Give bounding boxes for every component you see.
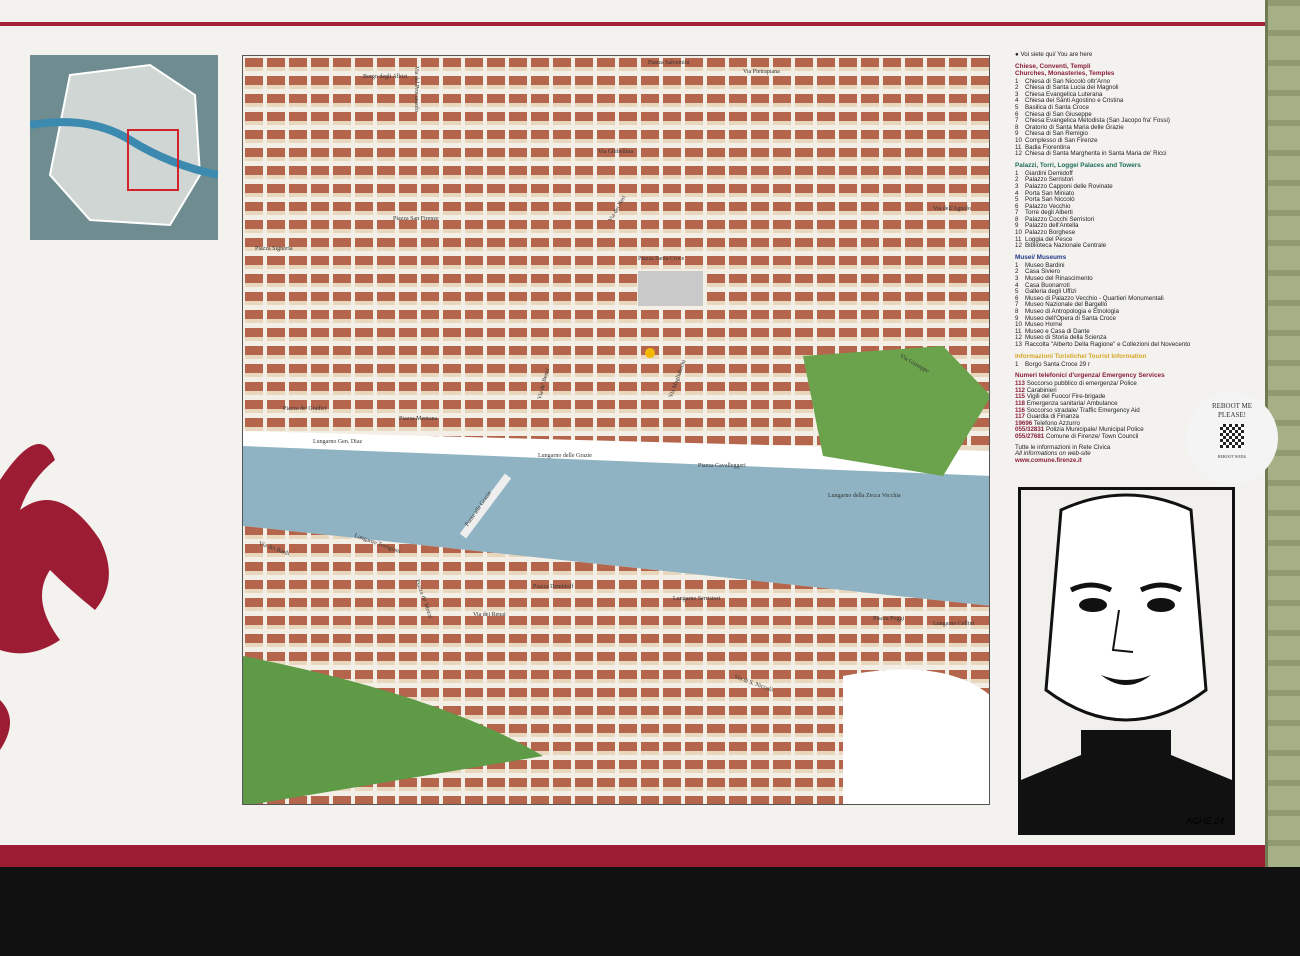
map-label: Piazza Mentana bbox=[399, 416, 438, 422]
phone-number: 055/27681 bbox=[1015, 432, 1045, 440]
map-illustration bbox=[243, 56, 989, 804]
map-label: Piazza de' Giudici bbox=[283, 406, 327, 412]
legend-item: 12 Biblioteca Nazionale Centrale bbox=[1015, 242, 1190, 250]
item-label: Biblioteca Nazionale Centrale bbox=[1025, 242, 1107, 250]
item-label: Raccolta "Alberto Della Ragione" e Colle… bbox=[1025, 340, 1191, 348]
top-red-stripe bbox=[0, 22, 1265, 26]
service-label: Comune di Firenze/ Town Council bbox=[1045, 432, 1139, 440]
legend-museums: Musei/ Museums 1 Museo Bardini 2 Casa Sivier… bbox=[1015, 254, 1190, 349]
you-are-here-marker bbox=[645, 348, 655, 358]
museums-title: Musei/ Museums bbox=[1015, 253, 1067, 261]
legend-item: 13 Raccolta "Alberto Della Ragione" e Col… bbox=[1015, 340, 1191, 349]
map-label: Piazza Salvemini bbox=[648, 60, 690, 66]
city-map[interactable]: Piazza Salvemini Borgo degli Albizi Via … bbox=[242, 55, 990, 805]
you-are-here-text: Voi siete qui/ You are here bbox=[1020, 51, 1093, 58]
qr-code-icon bbox=[1220, 424, 1244, 448]
reboot-sticker: REBOOT ME PLEASE! REBOOT WEEK bbox=[1186, 392, 1278, 484]
map-label: Via Ghibellina bbox=[598, 149, 634, 155]
map-label: Lungarno Cellini bbox=[933, 621, 975, 627]
website-link[interactable]: www.comune.firenze.it bbox=[1015, 457, 1190, 465]
street-art-portrait: AGHE 24 bbox=[1018, 487, 1235, 835]
map-label: Piazza Demidoff bbox=[533, 584, 574, 590]
item-number: 12 bbox=[1015, 150, 1022, 158]
legend-emergency: Numeri telefonici d'urgenza/ Emergency S… bbox=[1015, 372, 1190, 440]
emergency-title: Numeri telefonici d'urgenza/ Emergency S… bbox=[1015, 372, 1165, 380]
map-label: Via del Proconsolo bbox=[412, 66, 419, 112]
map-label: Lungarno delle Grazie bbox=[538, 453, 592, 459]
sticker-line1: REBOOT ME bbox=[1211, 402, 1253, 410]
map-label: Piazza Poggi bbox=[873, 616, 905, 622]
legend-tourist-info: Informazioni Turistiche/ Tourist Informa… bbox=[1015, 353, 1190, 369]
map-legend: ● Voi siete qui/ You are here Chiese, Co… bbox=[1015, 51, 1190, 465]
churches-title: Chiese, Conventi, Templi Churches, Monast… bbox=[1015, 62, 1115, 77]
tourist-title: Informazioni Turistiche/ Tourist Informa… bbox=[1015, 352, 1147, 360]
legend-item: 1 Borgo Santa Croce 29 r bbox=[1015, 360, 1190, 369]
map-label: Via Pietrapiana bbox=[743, 69, 780, 75]
map-label: Borgo degli Albizi bbox=[363, 74, 408, 80]
bottom-red-stripe bbox=[0, 845, 1265, 867]
map-label: Via dei Renai bbox=[473, 612, 506, 618]
sticker-line2: PLEASE! bbox=[1218, 411, 1246, 419]
legend-item: 12 Chiesa di Santa Margherita in Santa Ma… bbox=[1015, 150, 1190, 158]
legend-churches: Chiese, Conventi, Templi Churches, Monast… bbox=[1015, 63, 1190, 158]
map-label: Piazza Santa Croce bbox=[638, 256, 685, 262]
map-label: Piazza Cavalleggeri bbox=[698, 463, 746, 469]
portrait-drawing bbox=[1021, 493, 1232, 832]
you-are-here-note: ● Voi siete qui/ You are here bbox=[1015, 51, 1093, 58]
footer-note: Tutte le informazioni in Rete Civica All… bbox=[1015, 444, 1190, 465]
map-label: Via dell'Agnolo bbox=[933, 206, 971, 212]
palaces-title: Palazzi, Torri, Logge/ Palaces and Tower… bbox=[1015, 161, 1141, 169]
map-label: Lungarno Serristori bbox=[673, 596, 721, 602]
item-label: Borgo Santa Croce 29 r bbox=[1025, 360, 1091, 368]
artist-signature: AGHE 24 bbox=[1185, 816, 1224, 826]
sticker-brand: REBOOT WEEK bbox=[1217, 454, 1247, 459]
map-label: Lungarno della Zecca Vecchia bbox=[828, 493, 901, 499]
item-label: Chiesa di Santa Margherita in Santa Mari… bbox=[1025, 150, 1167, 158]
map-label: Piazza San Firenze bbox=[393, 216, 439, 222]
black-base bbox=[0, 867, 1300, 956]
item-number: 13 bbox=[1015, 340, 1022, 348]
piazza-santa-croce bbox=[638, 271, 703, 306]
florence-lily-logo bbox=[0, 444, 109, 750]
map-label: Lungarno Gen. Diaz bbox=[313, 439, 363, 445]
legend-item: 055/27681 Comune di Firenze/ Town Counci… bbox=[1015, 432, 1190, 441]
map-label: Piazza Signoria bbox=[255, 246, 293, 252]
legend-palaces: Palazzi, Torri, Logge/ Palaces and Tower… bbox=[1015, 162, 1190, 250]
item-number: 12 bbox=[1015, 242, 1022, 250]
item-number: 1 bbox=[1015, 360, 1019, 368]
overview-inset-map bbox=[30, 55, 218, 240]
